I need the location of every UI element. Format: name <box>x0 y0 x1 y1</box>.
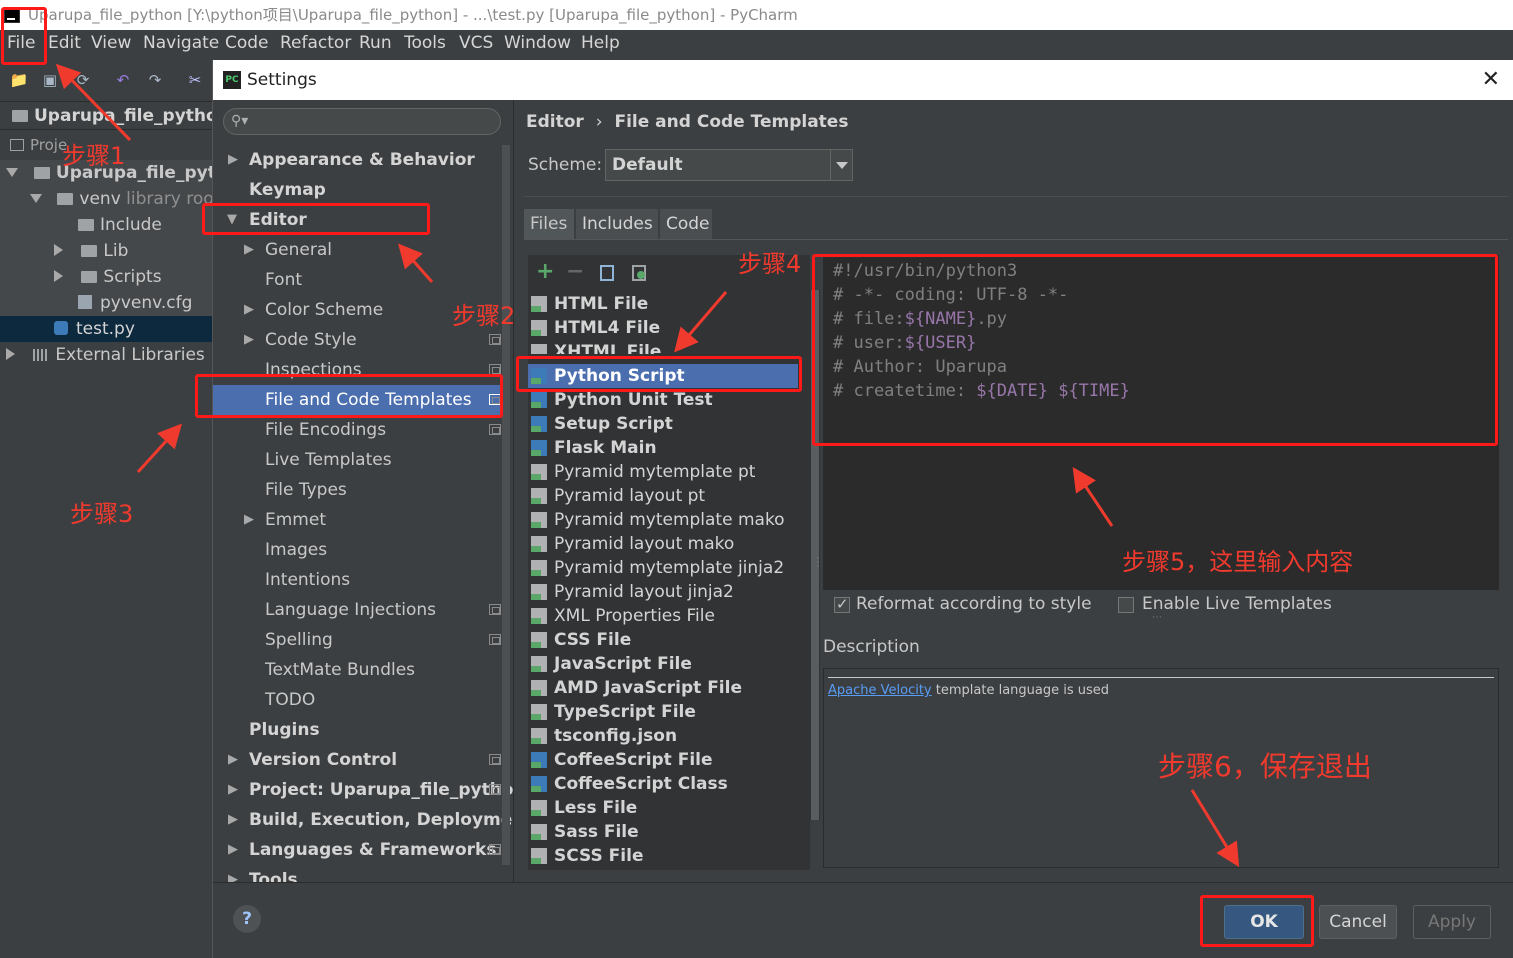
annotation-arrow-3 <box>136 423 183 474</box>
annotation-arrow-5 <box>1072 467 1114 527</box>
screen: Uparupa_file_python [Y:\python项目\Uparupa… <box>0 0 1513 958</box>
annotation-arrow-4 <box>674 291 728 353</box>
annotation-arrow-1 <box>55 63 132 142</box>
annotation-arrows <box>55 63 1240 868</box>
annotation-arrow-2 <box>398 243 434 283</box>
annotation-arrow-6 <box>1190 789 1240 868</box>
